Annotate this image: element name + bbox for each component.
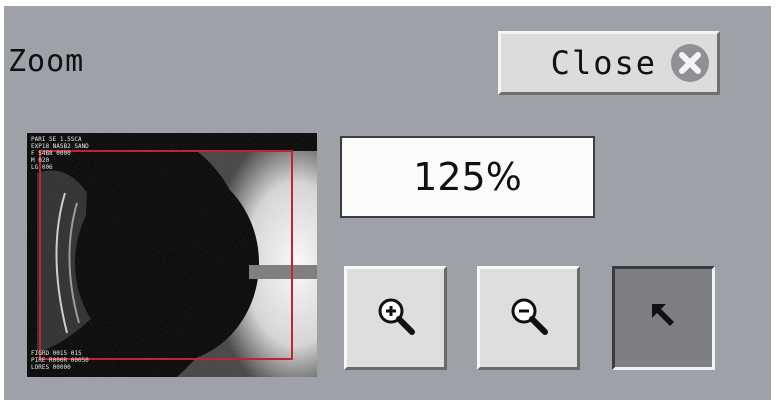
- zoom-in-button[interactable]: [344, 266, 447, 370]
- svg-text:PIRE R000R 00050: PIRE R000R 00050: [31, 357, 89, 364]
- svg-text:F S4B8 0000: F S4B8 0000: [31, 150, 71, 157]
- left-border: [0, 0, 4, 400]
- svg-text:M 020: M 020: [31, 157, 49, 164]
- dialog-title: Zoom: [8, 44, 85, 79]
- svg-text:LORES 00000: LORES 00000: [31, 364, 71, 371]
- svg-text:FIGRD 0015 015: FIGRD 0015 015: [31, 350, 82, 357]
- svg-text:EXP18 NASB2 SAND: EXP18 NASB2 SAND: [31, 143, 89, 150]
- zoom-out-button[interactable]: [477, 266, 580, 370]
- top-border: [0, 0, 776, 6]
- zoom-out-icon: [507, 294, 551, 342]
- close-button-label: Close: [550, 44, 657, 82]
- svg-text:PARI SE 1.5SCA: PARI SE 1.5SCA: [31, 136, 82, 143]
- right-border: [771, 0, 776, 400]
- zoom-level-display: 125%: [340, 136, 595, 218]
- ultrasound-thumbnail[interactable]: PARI SE 1.5SCA EXP18 NASB2 SAND F S4B8 0…: [27, 133, 317, 377]
- close-button[interactable]: Close: [498, 31, 720, 95]
- zoom-in-icon: [374, 294, 418, 342]
- pointer-tool-button[interactable]: [612, 266, 715, 370]
- close-icon: [671, 44, 709, 82]
- svg-text:LG 006: LG 006: [31, 164, 53, 171]
- arrow-pointer-icon: [644, 296, 684, 340]
